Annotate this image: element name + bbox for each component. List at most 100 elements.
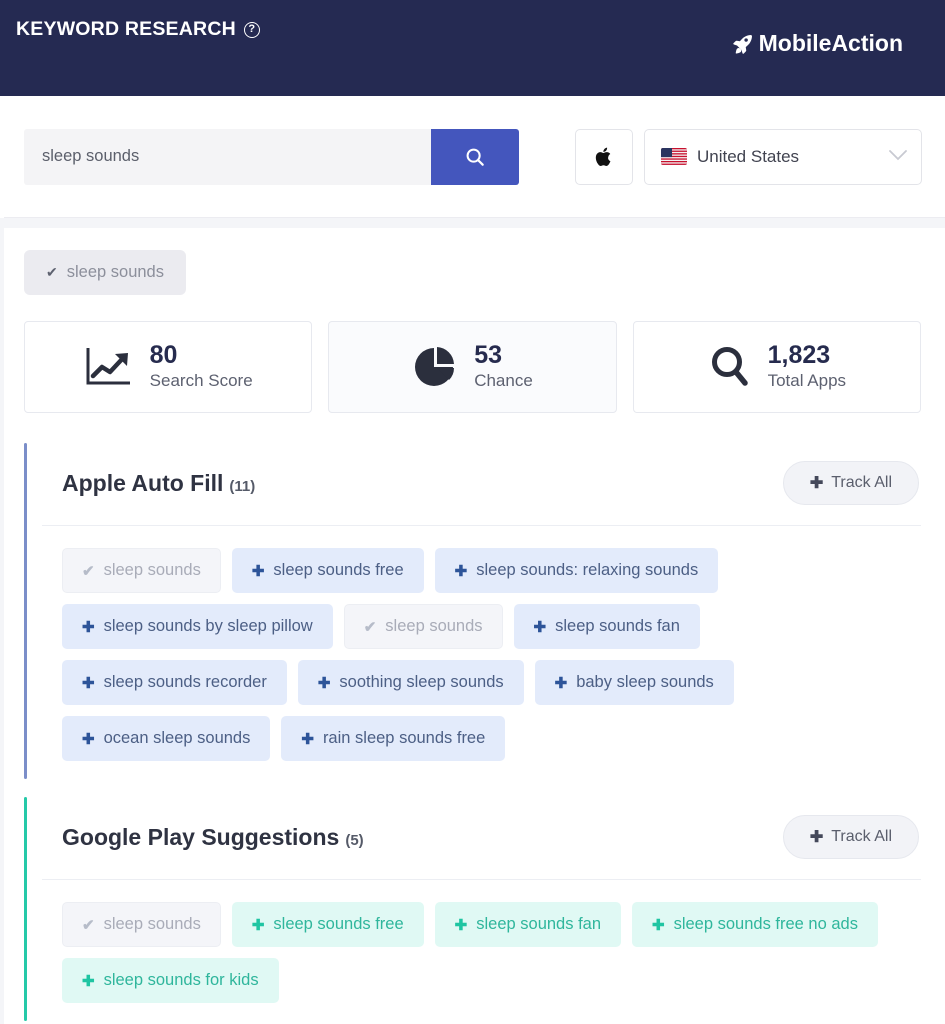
keyword-chip[interactable]: ✚ baby sleep sounds: [534, 660, 734, 705]
keyword-chip[interactable]: ✚ rain sleep sounds free: [281, 716, 506, 761]
app-header: KEYWORD RESEARCH ? MobileAction: [0, 0, 945, 96]
section-count: (11): [229, 477, 256, 495]
section-apple-auto-fill: Apple Auto Fill (11) ✚ Track All ✔ sleep …: [24, 443, 921, 779]
keyword-chip[interactable]: ✚ sleep sounds fan: [434, 902, 622, 947]
keyword-chip[interactable]: ✚ sleep sounds free: [231, 548, 424, 593]
keyword-chip[interactable]: ✚ sleep sounds by sleep pillow: [62, 604, 333, 649]
check-icon: ✔: [363, 618, 377, 636]
google-keyword-chips: ✔ sleep sounds ✚ sleep sounds free ✚ sleep …: [42, 880, 921, 1021]
track-all-label: Track All: [831, 474, 892, 491]
section-title: Google Play Suggestions (5): [62, 824, 364, 851]
metric-label: Search Score: [149, 370, 253, 390]
plus-icon: ✚: [251, 916, 265, 934]
platform-toggle-apple[interactable]: [575, 128, 633, 185]
keyword-chip[interactable]: ✚ sleep sounds for kids: [62, 958, 279, 1003]
question-mark-circle-icon[interactable]: ?: [243, 21, 260, 38]
keyword-chip-label: baby sleep sounds: [576, 673, 714, 691]
section-title: Apple Auto Fill (11): [62, 470, 255, 497]
keyword-chip[interactable]: ✚ sleep sounds: relaxing sounds: [434, 548, 719, 593]
section-title-label: Apple Auto Fill: [62, 469, 224, 496]
keyword-chip[interactable]: ✚ sleep sounds free no ads: [632, 902, 878, 947]
check-icon: ✔: [46, 264, 58, 280]
metric-label: Total Apps: [767, 370, 847, 390]
plus-icon: ✚: [652, 916, 665, 934]
keyword-chip-label: sleep sounds free no ads: [673, 915, 858, 933]
plus-icon: ✚: [317, 674, 331, 692]
plus-icon: ✚: [454, 562, 468, 580]
section-google-play-suggestions: Google Play Suggestions (5) ✚ Track All …: [24, 797, 921, 1021]
keyword-chip-label: sleep sounds free: [273, 915, 404, 933]
section-header: Apple Auto Fill (11) ✚ Track All: [42, 443, 921, 526]
metric-value: 53: [474, 341, 502, 370]
keyword-chip-label: sleep sounds by sleep pillow: [103, 617, 313, 635]
keyword-chip[interactable]: ✔ sleep sounds: [62, 548, 221, 593]
keyword-chip[interactable]: ✚ sleep sounds free: [231, 902, 424, 947]
keyword-chip-label: sleep sounds: [385, 617, 483, 635]
search-form: [24, 128, 519, 185]
brand-logo: MobileAction: [732, 30, 903, 57]
active-keyword-label: sleep sounds: [66, 263, 164, 281]
plus-icon: ✚: [301, 730, 314, 748]
plus-icon: ✚: [82, 618, 95, 636]
plus-icon: ✚: [809, 475, 824, 492]
keyword-chip-label: sleep sounds recorder: [103, 673, 267, 691]
track-all-label: Track All: [831, 828, 892, 845]
keyword-chip-label: rain sleep sounds free: [322, 729, 486, 747]
metric-cards: 80 Search Score 53 Chance 1,823 Total Ap…: [24, 321, 921, 413]
plus-icon: ✚: [251, 562, 265, 580]
pie-chart-icon: [412, 344, 458, 390]
search-button[interactable]: [431, 128, 519, 185]
magnifier-icon: [708, 344, 752, 390]
metric-card-chance: 53 Chance: [328, 321, 617, 413]
keyword-chip[interactable]: ✚ ocean sleep sounds: [62, 716, 271, 761]
page-title: KEYWORD RESEARCH ?: [16, 18, 260, 41]
apple-icon: [595, 147, 611, 166]
keyword-chip[interactable]: ✔ sleep sounds: [343, 604, 503, 649]
section-title-label: Google Play Suggestions: [62, 823, 340, 850]
keyword-chip-label: sleep sounds free: [273, 561, 404, 579]
rocket-icon: [732, 34, 752, 54]
check-icon: ✔: [82, 916, 95, 934]
plus-icon: ✚: [554, 674, 568, 692]
brand-name: MobileAction: [758, 30, 903, 56]
metric-label: Chance: [474, 370, 533, 390]
plus-icon: ✚: [82, 730, 95, 748]
keyword-chip[interactable]: ✚ soothing sleep sounds: [297, 660, 524, 705]
metric-value: 1,823: [767, 341, 831, 370]
active-keyword-tag[interactable]: ✔ sleep sounds: [24, 250, 186, 295]
keyword-chip-label: sleep sounds fan: [555, 617, 680, 635]
track-all-button[interactable]: ✚ Track All: [782, 461, 919, 505]
results-panel: ✔ sleep sounds 80 Search Score 53 Chance…: [4, 228, 945, 1024]
metric-value: 80: [149, 341, 178, 370]
country-name: United States: [697, 146, 800, 166]
keyword-chip[interactable]: ✔ sleep sounds: [62, 902, 221, 947]
keyword-chip-label: sleep sounds for kids: [103, 971, 259, 989]
section-count: (5): [345, 831, 364, 849]
plus-icon: ✚: [82, 972, 95, 990]
us-flag-icon: [661, 148, 687, 165]
plus-icon: ✚: [82, 674, 95, 692]
keyword-chip-label: ocean sleep sounds: [103, 729, 251, 747]
section-header: Google Play Suggestions (5) ✚ Track All: [42, 797, 921, 880]
country-selector[interactable]: United States: [644, 128, 922, 185]
keyword-chip[interactable]: ✚ sleep sounds fan: [513, 604, 700, 649]
check-icon: ✔: [82, 562, 95, 580]
line-chart-icon: [84, 345, 134, 389]
plus-icon: ✚: [809, 829, 824, 846]
search-input[interactable]: [24, 128, 431, 185]
keyword-chip-label: soothing sleep sounds: [339, 673, 504, 691]
page-title-label: KEYWORD RESEARCH: [16, 18, 236, 40]
chevron-down-icon[interactable]: [889, 148, 907, 166]
track-all-button[interactable]: ✚ Track All: [782, 815, 919, 859]
keyword-chip-label: sleep sounds: [103, 915, 201, 933]
apple-keyword-chips: ✔ sleep sounds ✚ sleep sounds free ✚ sleep …: [42, 526, 921, 779]
metric-card-total-apps: 1,823 Total Apps: [632, 321, 921, 413]
metric-card-search-score: 80 Search Score: [24, 321, 313, 413]
page-body: ✔ sleep sounds 80 Search Score 53 Chance…: [0, 218, 945, 1024]
search-panel: United States: [4, 96, 945, 218]
search-icon: [466, 148, 484, 166]
keyword-chip-label: sleep sounds: relaxing sounds: [476, 561, 699, 579]
keyword-chip[interactable]: ✚ sleep sounds recorder: [62, 660, 287, 705]
keyword-chip-label: sleep sounds: [103, 561, 201, 579]
keyword-chip-label: sleep sounds fan: [476, 915, 602, 933]
